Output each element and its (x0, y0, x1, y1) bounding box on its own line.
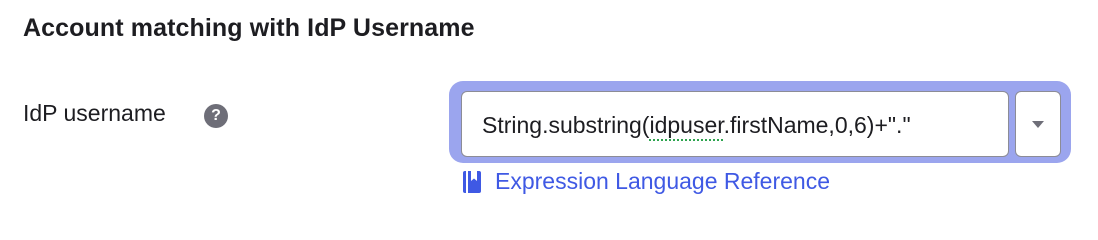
expression-language-reference-link[interactable]: Expression Language Reference (461, 168, 830, 195)
idp-username-input[interactable]: String.substring(idpuser.firstName,0,6)+… (461, 91, 1009, 157)
section-title: Account matching with IdP Username (23, 14, 475, 42)
account-matching-section: Account matching with IdP Username IdP u… (0, 0, 1098, 218)
chevron-down-icon (1032, 120, 1044, 128)
question-circle-icon[interactable]: ? (204, 104, 228, 128)
book-icon (463, 170, 481, 193)
value-suffix: .firstName,0,6)+"." (723, 112, 911, 138)
dropdown-toggle-button[interactable] (1015, 91, 1061, 157)
value-prefix: String.substring( (482, 112, 650, 138)
link-label: Expression Language Reference (495, 168, 831, 194)
value-token-spellcheck: idpuser (649, 112, 724, 138)
idp-username-combobox[interactable]: String.substring(idpuser.firstName,0,6)+… (461, 91, 1061, 157)
idp-username-label: IdP username (23, 100, 166, 126)
